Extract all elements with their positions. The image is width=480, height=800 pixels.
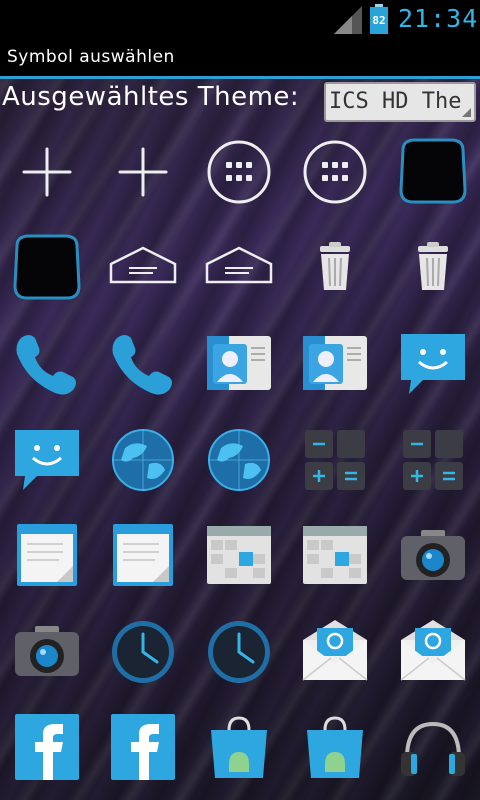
title-bar: Symbol auswählen: [0, 38, 480, 79]
play-store-bag-icon[interactable]: [199, 708, 279, 788]
facebook-icon[interactable]: [7, 708, 87, 788]
clock-icon[interactable]: [199, 612, 279, 692]
calendar-icon[interactable]: [199, 516, 279, 596]
notes-icon[interactable]: [7, 516, 87, 596]
rounded-square-icon[interactable]: [7, 228, 87, 308]
contacts-icon[interactable]: [295, 324, 375, 404]
email-icon[interactable]: [393, 612, 473, 692]
browser-globe-icon[interactable]: [199, 420, 279, 500]
theme-dropdown[interactable]: ICS HD The: [324, 82, 476, 122]
battery-icon: 82: [370, 4, 388, 34]
dialog-title: Symbol auswählen: [7, 47, 175, 67]
messaging-icon[interactable]: [393, 324, 473, 404]
battery-level: 82: [370, 7, 388, 34]
app-drawer-icon[interactable]: [199, 132, 279, 212]
signal-icon: [334, 6, 362, 34]
browser-globe-icon[interactable]: [103, 420, 183, 500]
clock-icon[interactable]: [103, 612, 183, 692]
theme-dropdown-value: ICS HD The: [329, 89, 462, 114]
camera-icon[interactable]: [393, 516, 473, 596]
trash-icon[interactable]: [393, 228, 473, 308]
app-drawer-icon[interactable]: [295, 132, 375, 212]
phone-icon[interactable]: [103, 324, 183, 404]
trash-icon[interactable]: [295, 228, 375, 308]
dock-tray-icon[interactable]: [103, 228, 183, 308]
calendar-icon[interactable]: [295, 516, 375, 596]
phone-icon[interactable]: [7, 324, 87, 404]
email-icon[interactable]: [295, 612, 375, 692]
plus-icon[interactable]: [7, 132, 87, 212]
calculator-icon[interactable]: [295, 420, 375, 500]
dropdown-arrow-icon: [462, 108, 471, 117]
rounded-square-icon[interactable]: [393, 132, 473, 212]
play-store-bag-icon[interactable]: [295, 708, 375, 788]
headphones-icon[interactable]: [393, 708, 473, 788]
messaging-icon[interactable]: [7, 420, 87, 500]
contacts-icon[interactable]: [199, 324, 279, 404]
camera-icon[interactable]: [7, 612, 87, 692]
status-clock: 21:34: [398, 4, 479, 33]
theme-label: Ausgewähltes Theme:: [2, 82, 300, 112]
dock-tray-icon[interactable]: [199, 228, 279, 308]
notes-icon[interactable]: [103, 516, 183, 596]
plus-icon[interactable]: [103, 132, 183, 212]
status-bar: 82 21:34: [0, 0, 480, 38]
facebook-icon[interactable]: [103, 708, 183, 788]
calculator-icon[interactable]: [393, 420, 473, 500]
theme-row: Ausgewähltes Theme: ICS HD The: [0, 80, 480, 124]
